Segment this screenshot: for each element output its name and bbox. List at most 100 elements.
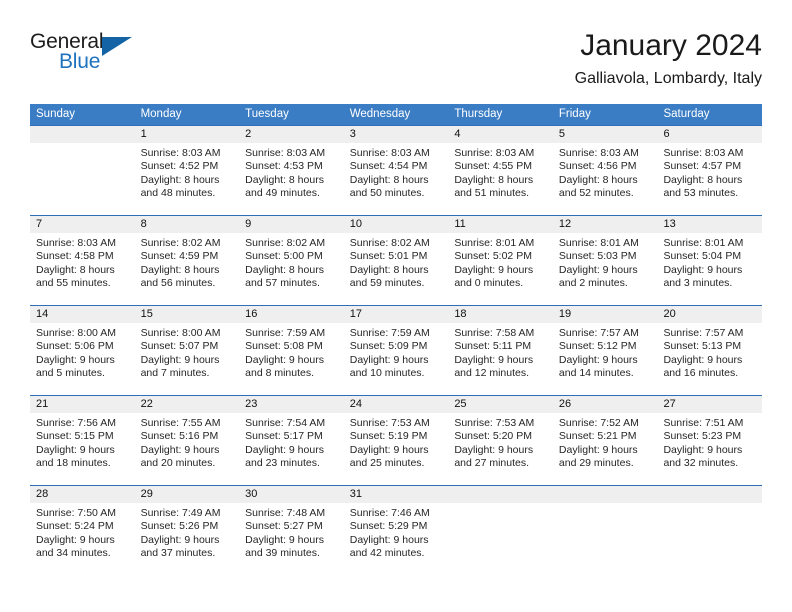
day-detail-strip: Sunrise: 7:56 AM Sunset: 5:15 PM Dayligh… [30, 413, 762, 485]
weekday-header-tuesday: Tuesday [245, 108, 289, 120]
daylight-text-line2: and 10 minutes. [349, 367, 425, 380]
day-cell: Sunrise: 7:46 AM Sunset: 5:29 PM Dayligh… [344, 503, 449, 575]
day-number[interactable]: 19 [553, 306, 658, 323]
sunrise-text: Sunrise: 7:54 AM [245, 417, 326, 429]
day-detail-strip: Sunrise: 8:03 AM Sunset: 4:58 PM Dayligh… [30, 233, 762, 305]
sunrise-text: Sunrise: 8:01 AM [454, 237, 535, 249]
day-number[interactable] [657, 486, 762, 503]
sunrise-text: Sunrise: 7:55 AM [140, 417, 221, 429]
daylight-text-line1: Daylight: 9 hours [349, 353, 429, 366]
sunset-text: Sunset: 5:27 PM [245, 520, 323, 533]
day-number[interactable]: 9 [239, 216, 344, 233]
day-number[interactable]: 30 [239, 486, 344, 503]
sunrise-text: Sunrise: 7:53 AM [454, 417, 535, 429]
day-number[interactable]: 17 [344, 306, 449, 323]
daylight-text-line1: Daylight: 8 hours [349, 173, 429, 186]
logo-text-blue: Blue [59, 50, 101, 73]
day-cell: Sunrise: 7:56 AM Sunset: 5:15 PM Dayligh… [30, 413, 135, 485]
day-number[interactable]: 2 [239, 126, 344, 143]
weekday-header-wednesday: Wednesday [349, 108, 411, 120]
daylight-text-line2: and 34 minutes. [36, 547, 111, 560]
sunrise-text: Sunrise: 8:03 AM [454, 147, 535, 159]
sunrise-text: Sunrise: 8:02 AM [245, 237, 326, 249]
daylight-text-line2: and 20 minutes. [140, 457, 216, 470]
daylight-text-line2: and 7 minutes. [140, 367, 210, 380]
day-number[interactable]: 21 [30, 396, 135, 413]
day-cell: Sunrise: 8:01 AM Sunset: 5:02 PM Dayligh… [448, 233, 553, 305]
sunrise-text: Sunrise: 7:49 AM [140, 507, 221, 519]
daylight-text-line1: Daylight: 9 hours [36, 353, 115, 366]
day-number[interactable]: 1 [135, 126, 240, 143]
sunrise-text: Sunrise: 8:03 AM [663, 147, 744, 159]
day-number[interactable]: 18 [448, 306, 553, 323]
day-number[interactable]: 11 [448, 216, 553, 233]
daylight-text-line1: Daylight: 8 hours [245, 263, 324, 276]
day-cell: Sunrise: 7:48 AM Sunset: 5:27 PM Dayligh… [239, 503, 344, 575]
day-number[interactable]: 10 [344, 216, 449, 233]
day-number[interactable]: 29 [135, 486, 240, 503]
day-number[interactable]: 22 [135, 396, 240, 413]
day-number[interactable]: 12 [553, 216, 658, 233]
day-number[interactable]: 15 [135, 306, 240, 323]
daylight-text-line1: Daylight: 9 hours [140, 443, 220, 456]
day-cell: Sunrise: 8:03 AM Sunset: 4:56 PM Dayligh… [553, 143, 658, 215]
daylight-text-line2: and 51 minutes. [454, 187, 530, 200]
calendar-page: General Blue January 2024 Galliavola, Lo… [0, 0, 792, 612]
day-number[interactable]: 28 [30, 486, 135, 503]
weekday-header-saturday: Saturday [663, 108, 710, 120]
day-number[interactable]: 8 [135, 216, 240, 233]
daylight-text-line2: and 42 minutes. [349, 547, 425, 560]
day-number[interactable]: 31 [344, 486, 449, 503]
daylight-text-line1: Daylight: 9 hours [140, 533, 220, 546]
day-cell: Sunrise: 8:03 AM Sunset: 4:53 PM Dayligh… [239, 143, 344, 215]
weekday-header-monday: Monday [140, 108, 182, 120]
day-cell: Sunrise: 7:49 AM Sunset: 5:26 PM Dayligh… [135, 503, 240, 575]
day-number[interactable]: 3 [344, 126, 449, 143]
daylight-text-line1: Daylight: 9 hours [558, 263, 638, 276]
sunset-text: Sunset: 5:24 PM [36, 520, 114, 533]
sunset-text: Sunset: 5:02 PM [454, 250, 532, 263]
calendar-week-row: 7 8 9 10 11 12 13 Sunrise: 8:03 AM Sunse… [30, 215, 762, 305]
day-number[interactable]: 14 [30, 306, 135, 323]
daylight-text-line1: Daylight: 8 hours [349, 263, 429, 276]
day-number[interactable]: 27 [657, 396, 762, 413]
day-number[interactable]: 16 [239, 306, 344, 323]
sunrise-text: Sunrise: 8:00 AM [140, 327, 221, 339]
day-number[interactable] [553, 486, 658, 503]
calendar-week-row: 1 2 3 4 5 6 Sunrise: 8:03 AM Sunset: 4:5… [30, 125, 762, 215]
day-cell: Sunrise: 7:53 AM Sunset: 5:19 PM Dayligh… [344, 413, 449, 485]
general-blue-logo: General Blue [30, 30, 140, 82]
day-cell: Sunrise: 7:57 AM Sunset: 5:12 PM Dayligh… [553, 323, 658, 395]
day-number[interactable]: 25 [448, 396, 553, 413]
day-number[interactable]: 5 [553, 126, 658, 143]
daylight-text-line1: Daylight: 8 hours [663, 173, 743, 186]
daylight-text-line1: Daylight: 9 hours [245, 353, 324, 366]
day-number[interactable]: 26 [553, 396, 658, 413]
day-cell: Sunrise: 8:00 AM Sunset: 5:07 PM Dayligh… [135, 323, 240, 395]
sunset-text: Sunset: 4:57 PM [663, 160, 742, 173]
sunrise-text: Sunrise: 7:56 AM [36, 417, 116, 429]
daylight-text-line2: and 39 minutes. [245, 547, 320, 560]
sunset-text: Sunset: 5:19 PM [349, 430, 428, 443]
day-number[interactable]: 20 [657, 306, 762, 323]
day-cell: Sunrise: 8:03 AM Sunset: 4:54 PM Dayligh… [344, 143, 449, 215]
day-number[interactable]: 23 [239, 396, 344, 413]
sunset-text: Sunset: 5:11 PM [454, 340, 532, 353]
sunset-text: Sunset: 5:12 PM [558, 340, 637, 353]
day-cell: Sunrise: 8:02 AM Sunset: 5:00 PM Dayligh… [239, 233, 344, 305]
day-number[interactable]: 4 [448, 126, 553, 143]
day-number[interactable]: 13 [657, 216, 762, 233]
day-detail-strip: Sunrise: 7:50 AM Sunset: 5:24 PM Dayligh… [30, 503, 762, 575]
daylight-text-line1: Daylight: 9 hours [663, 263, 743, 276]
day-number[interactable]: 24 [344, 396, 449, 413]
day-number[interactable]: 7 [30, 216, 135, 233]
sunrise-text: Sunrise: 8:03 AM [140, 147, 221, 159]
weekday-header-row: Sunday Monday Tuesday Wednesday Thursday… [30, 104, 762, 125]
day-number[interactable] [448, 486, 553, 503]
sunset-text: Sunset: 5:01 PM [349, 250, 428, 263]
day-cell: Sunrise: 7:53 AM Sunset: 5:20 PM Dayligh… [448, 413, 553, 485]
sunrise-text: Sunrise: 7:58 AM [454, 327, 535, 339]
day-cell: Sunrise: 7:57 AM Sunset: 5:13 PM Dayligh… [657, 323, 762, 395]
day-number[interactable]: 6 [657, 126, 762, 143]
day-number[interactable] [30, 126, 135, 143]
